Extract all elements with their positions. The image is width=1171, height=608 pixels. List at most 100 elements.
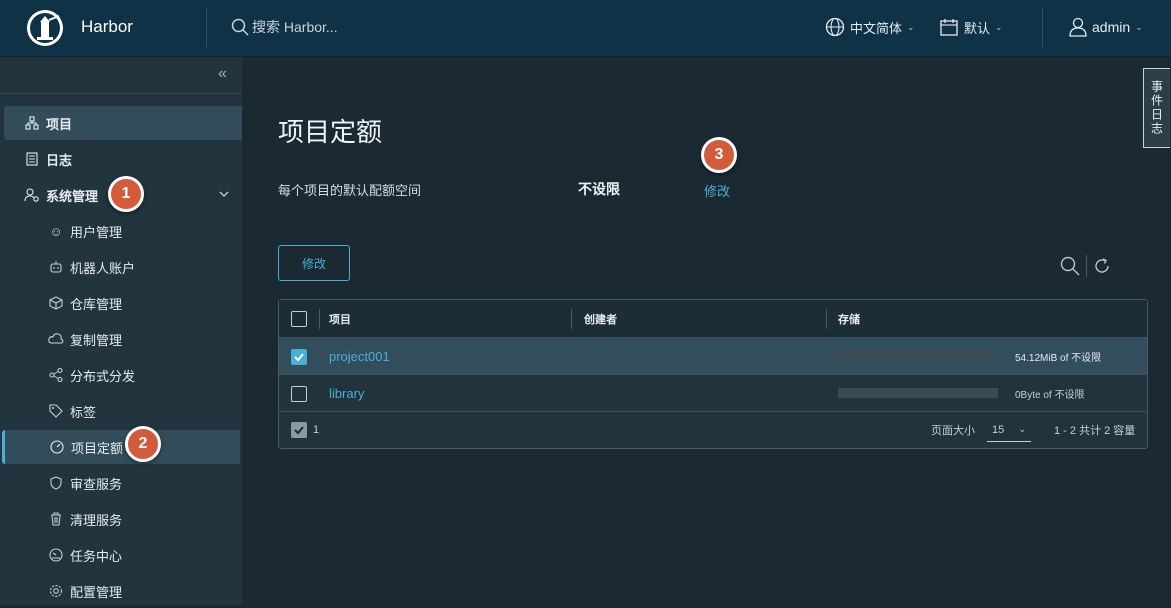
harbor-logo-icon[interactable]	[25, 8, 65, 48]
toolbar-divider	[1086, 255, 1087, 277]
chevron-down-icon: ⌄	[995, 21, 1003, 32]
users-icon: ☺	[49, 223, 63, 239]
sidebar-item-registries[interactable]: 仓库管理	[4, 286, 242, 320]
gear-icon	[48, 584, 64, 598]
sidebar-item-label: 用户管理	[70, 224, 123, 240]
registry-icon	[48, 296, 64, 310]
table-row[interactable]: library 0Byte of 不设限	[279, 375, 1147, 412]
sidebar-item-logs[interactable]: 日志	[4, 142, 242, 176]
calendar-icon	[939, 17, 959, 37]
table-row[interactable]: project001 54.12MiB of 不设限	[279, 338, 1147, 375]
replication-icon	[48, 333, 64, 345]
callout-badge-3: 3	[701, 137, 737, 173]
column-header-storage[interactable]: 存储	[838, 300, 860, 337]
edit-quota-button[interactable]: 修改	[278, 245, 350, 281]
sidebar-item-projects[interactable]: 项目	[4, 106, 242, 140]
sidebar-item-interrogation-services[interactable]: 审查服务	[4, 466, 242, 500]
global-search[interactable]: 搜索 Harbor...	[231, 17, 338, 37]
column-header-project[interactable]: 项目	[329, 300, 351, 337]
sidebar-item-label: 任务中心	[70, 548, 123, 564]
row-checkbox-checked[interactable]	[291, 349, 307, 365]
pagination-summary: 1 - 2 共计 2 容量	[1054, 425, 1136, 437]
projects-icon	[24, 116, 40, 130]
sidebar-item-clean-up[interactable]: 清理服务	[4, 502, 242, 536]
callout-badge-2: 2	[125, 426, 161, 462]
sidebar-item-label: 系统管理	[46, 188, 99, 204]
date-format-label: 默认	[964, 20, 991, 36]
quota-icon	[49, 440, 65, 454]
quota-table: 项目 创建者 存储 project001 54.12MiB of 不设限 lib…	[278, 299, 1148, 449]
sidebar-item-label: 机器人账户	[70, 260, 136, 276]
project-name-link[interactable]: library	[329, 375, 364, 411]
selected-count: 1	[313, 424, 320, 436]
sidebar-item-label: 日志	[46, 152, 73, 168]
header-divider	[1042, 7, 1043, 47]
chevron-down-icon: ⌄	[1135, 21, 1143, 32]
page-size-value: 15	[992, 423, 1005, 436]
project-name-link[interactable]: project001	[329, 338, 390, 374]
brand-name[interactable]: Harbor	[81, 17, 133, 37]
sidebar-item-configuration[interactable]: 配置管理	[4, 574, 242, 608]
logs-icon	[24, 152, 40, 166]
sidebar-item-label: 审查服务	[70, 476, 123, 492]
default-quota-value: 不设限	[578, 181, 620, 197]
sidebar-item-users[interactable]: ☺ 用户管理	[4, 214, 242, 248]
chevron-down-icon: ⌄	[1018, 424, 1026, 434]
page-size-label: 页面大小	[931, 425, 975, 437]
user-menu[interactable]: admin ⌄	[1069, 17, 1143, 37]
sidebar-item-robot-accounts[interactable]: 机器人账户	[4, 250, 242, 284]
date-format-selector[interactable]: 默认 ⌄	[939, 17, 1003, 37]
sidebar-divider	[0, 93, 242, 94]
user-icon	[1069, 17, 1087, 37]
search-input[interactable]: 搜索 Harbor...	[252, 17, 338, 37]
sidebar-item-label: 项目定额	[71, 440, 124, 456]
table-footer: 1 页面大小 15 ⌄ 1 - 2 共计 2 容量	[279, 412, 1147, 448]
collapse-sidebar-icon[interactable]: «	[218, 65, 227, 83]
page-size-select[interactable]: 15 ⌄	[987, 418, 1031, 442]
dashboard-icon	[48, 548, 64, 562]
robot-icon	[48, 260, 64, 274]
search-icon[interactable]	[1060, 256, 1080, 276]
selected-count-checkbox	[291, 422, 307, 438]
distribution-icon	[48, 368, 64, 382]
column-divider	[571, 309, 572, 329]
sidebar-item-label: 仓库管理	[70, 296, 123, 312]
page-title: 项目定额	[278, 117, 383, 147]
globe-icon	[825, 17, 845, 37]
row-checkbox[interactable]	[291, 386, 307, 402]
storage-usage-bar	[838, 388, 998, 398]
header-divider	[206, 7, 207, 47]
storage-usage-bar	[838, 351, 998, 361]
sidebar-item-replications[interactable]: 复制管理	[4, 322, 242, 356]
select-all-checkbox[interactable]	[291, 311, 307, 327]
language-label: 中文简体	[850, 20, 903, 36]
search-icon	[231, 18, 249, 36]
sidebar-item-project-quotas[interactable]: 项目定额	[2, 430, 240, 464]
sidebar-item-label: 标签	[70, 404, 97, 420]
sidebar-item-label: 复制管理	[70, 332, 123, 348]
callout-badge-1: 1	[108, 176, 144, 212]
refresh-icon[interactable]	[1093, 257, 1111, 275]
trash-icon	[48, 512, 64, 526]
shield-icon	[48, 476, 64, 490]
grid-toolbar	[1060, 255, 1111, 277]
chevron-down-icon: ⌄	[907, 21, 915, 32]
event-log-tab[interactable]: 事件日志	[1143, 68, 1170, 148]
default-quota-label: 每个项目的默认配额空间	[278, 183, 422, 198]
language-selector[interactable]: 中文简体 ⌄	[825, 17, 915, 37]
column-header-creator[interactable]: 创建者	[584, 300, 617, 337]
sidebar-item-label: 项目	[46, 116, 73, 132]
table-header: 项目 创建者 存储	[279, 300, 1147, 338]
edit-default-quota-link[interactable]: 修改	[704, 181, 730, 200]
column-divider	[826, 309, 827, 329]
sidebar-item-label: 清理服务	[70, 512, 123, 528]
sidebar-item-labels[interactable]: 标签	[4, 394, 242, 428]
username: admin	[1092, 19, 1131, 35]
storage-quota-text: 0Byte of 不设限	[1015, 389, 1085, 401]
tag-icon	[48, 404, 64, 418]
top-header: Harbor 搜索 Harbor... 中文简体 ⌄ 默认 ⌄ admin ⌄	[0, 0, 1171, 57]
chevron-down-icon[interactable]	[218, 188, 230, 203]
sidebar-item-label: 分布式分发	[70, 368, 136, 384]
sidebar-item-job-service[interactable]: 任务中心	[4, 538, 242, 572]
sidebar-item-distributions[interactable]: 分布式分发	[4, 358, 242, 392]
